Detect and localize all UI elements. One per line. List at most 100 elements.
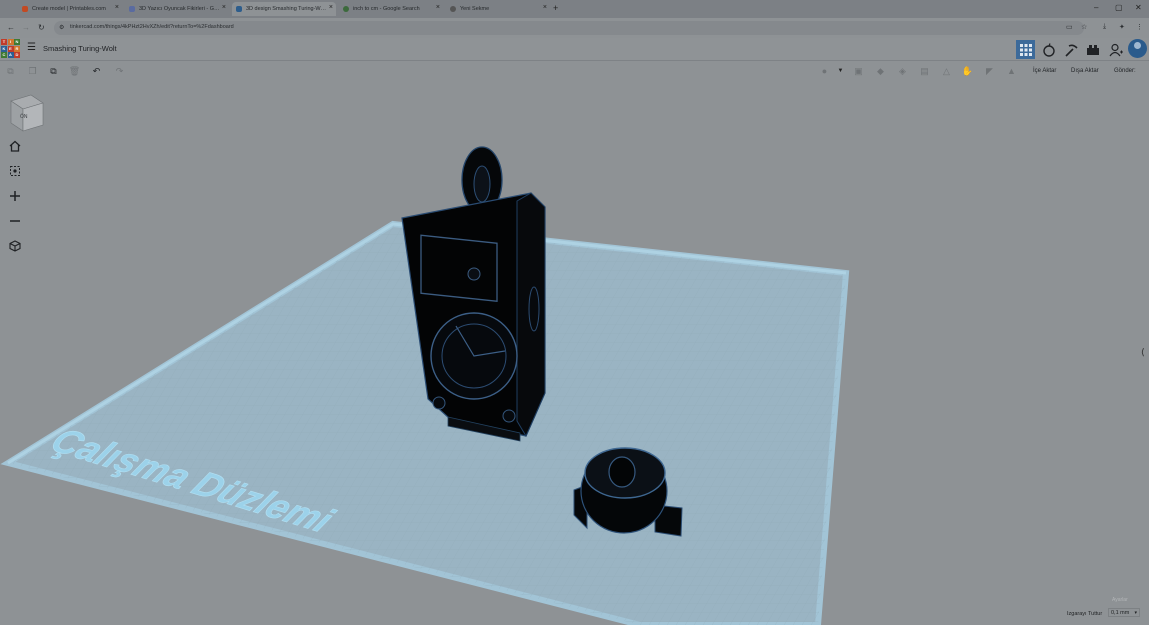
google-favicon-icon [343,6,349,12]
ungroup-icon[interactable]: ◈ [896,65,909,78]
tinkercad-header: TIN KER CAD ☰ Smashing Turing-Wolt [0,38,1149,61]
import-button[interactable]: İçe Aktar [1033,68,1056,74]
3d-design-view-button[interactable] [1016,40,1035,59]
printables-favicon-icon [22,6,28,12]
extensions-icon[interactable]: ✦ [1119,23,1125,31]
logo-letter: R [14,45,20,52]
light-bulb-icon[interactable]: ● [818,65,831,78]
close-tab-icon[interactable]: × [436,4,440,11]
site-info-icon[interactable]: ⚙ [59,24,64,31]
logo-letter: I [7,39,14,45]
add-user-button[interactable] [1106,40,1125,59]
perspective-cube-icon [9,240,21,252]
logo-letter: N [14,39,20,45]
browser-tab-strip: Create model | Printables.com × 3D Yazıc… [0,0,1149,18]
sim-lab-button[interactable] [1039,40,1058,59]
design-title[interactable]: Smashing Turing-Wolt [43,44,117,53]
group-icon[interactable]: ◆ [874,65,887,78]
bricks-button[interactable] [1083,40,1102,59]
tinkercad-favicon-icon [236,6,242,12]
zoom-out-button[interactable] [7,213,23,229]
logo-letter: A [7,52,14,58]
browser-tab-oyuncak[interactable]: 3D Yazıcı Oyuncak Fikirleri - G… × [125,2,229,16]
pickaxe-icon [1064,44,1078,57]
3d-workspace[interactable]: Çalışma Düzlemi ÖN ⟨ Ayarlar Izgarayı Tu… [0,81,1149,625]
snap-grid-label: Izgarayı Tuttur [1067,611,1103,617]
browser-tab-tinkercad[interactable]: 3D design Smashing Turing-W… × [232,2,336,16]
apple-icon [1042,42,1055,57]
url-text: tinkercad.com/things/4kPHzt2HvXZh/edit?r… [70,24,234,30]
grid-icon [1019,43,1032,56]
tab-label: 3D Yazıcı Oyuncak Fikirleri - G… [139,6,220,12]
tab-label: Create model | Printables.com [32,6,106,12]
close-tab-icon[interactable]: × [115,4,119,11]
reload-icon[interactable]: ↻ [38,23,45,32]
minus-icon [10,220,20,222]
brick-icon [1086,44,1099,55]
undo-icon[interactable]: ↶ [90,65,103,78]
fit-view-button[interactable] [7,163,23,179]
browser-address-bar: ← → ↻ ⚙ tinkercad.com/things/4kPHzt2HvXZ… [0,18,1149,38]
close-tab-icon[interactable]: × [329,4,333,11]
tab-label: inch to cm - Google Search [353,6,420,12]
home-icon [9,140,21,152]
chevron-down-icon: ▾ [1134,610,1137,616]
menu-icon[interactable]: ☰ [27,42,36,53]
browser-tab-new[interactable]: Yeni Sekme × [446,2,550,16]
forward-icon[interactable]: → [22,23,30,32]
logo-letter: E [7,45,14,52]
logo-letter: K [1,45,7,52]
browser-menu-icon[interactable]: ⋮ [1136,23,1143,31]
logo-letter: C [1,52,7,58]
view-cube-face-label: ÖN [20,114,28,120]
redo-icon[interactable]: ↷ [113,65,126,78]
close-tab-icon[interactable]: × [222,4,226,11]
send-to-button[interactable]: Gönder: [1114,68,1136,74]
downloads-icon[interactable]: ⤓ [1103,23,1106,31]
snap-grid-value: 0,1 mm [1111,610,1130,616]
settings-link[interactable]: Ayarlar [1112,597,1128,603]
perspective-toggle-button[interactable] [7,238,23,254]
back-icon[interactable]: ← [7,23,15,32]
show-all-icon[interactable]: ▣ [852,65,865,78]
install-app-icon[interactable]: ▭ [1066,23,1073,31]
browser-tab-google[interactable]: inch to cm - Google Search × [339,2,443,16]
bookmark-star-icon[interactable]: ☆ [1081,23,1087,31]
delete-icon[interactable]: 🗑 [68,65,81,78]
avatar[interactable] [1128,39,1147,58]
collapse-panel-chevron-icon[interactable]: ⟨ [1141,347,1145,358]
tab-label: Yeni Sekme [460,6,490,12]
view-cube[interactable]: ÖN [9,93,45,138]
url-field[interactable]: ⚙ tinkercad.com/things/4kPHzt2HvXZh/edit… [54,21,1084,35]
fit-to-view-icon [10,166,20,176]
export-button[interactable]: Dışa Aktar [1071,68,1099,74]
plus-icon [10,191,20,201]
tinkercad-logo[interactable]: TIN KER CAD [1,39,20,59]
copy-icon[interactable]: ⧉ [4,65,17,78]
site-favicon-icon [129,6,135,12]
minimize-window-icon[interactable]: – [1094,3,1098,12]
align-icon[interactable]: ▤ [918,65,931,78]
browser-tab-printables[interactable]: Create model | Printables.com × [18,2,122,16]
close-window-icon[interactable]: ✕ [1135,3,1142,12]
edit-toolbar: ⧉ ❐ ⧉ 🗑 ↶ ↷ ● ▼ ▣ ◆ ◈ ▤ △ ✋ ◤ ▲ İçe Akta… [0,62,1149,81]
workplane-tool-icon[interactable]: ◤ [983,65,996,78]
tab-label: 3D design Smashing Turing-W… [246,6,327,12]
new-tab-button[interactable]: + [553,3,558,13]
blocks-button[interactable] [1061,40,1080,59]
ruler-icon[interactable]: ▲ [1005,65,1018,78]
home-view-button[interactable] [7,138,23,154]
cruise-icon[interactable]: ✋ [961,65,974,78]
paste-icon[interactable]: ❐ [26,65,39,78]
chevron-down-icon[interactable]: ▼ [834,65,847,78]
zoom-in-button[interactable] [7,188,23,204]
duplicate-icon[interactable]: ⧉ [47,65,60,78]
logo-letter: D [14,52,20,58]
new-tab-favicon-icon [450,6,456,12]
view-cube-icon [10,94,44,132]
close-tab-icon[interactable]: × [543,4,547,11]
maximize-window-icon[interactable]: ▢ [1115,3,1123,12]
mirror-icon[interactable]: △ [940,65,953,78]
workspace-scene[interactable]: Çalışma Düzlemi [0,81,1149,625]
snap-grid-select[interactable]: 0,1 mm ▾ [1108,608,1140,617]
